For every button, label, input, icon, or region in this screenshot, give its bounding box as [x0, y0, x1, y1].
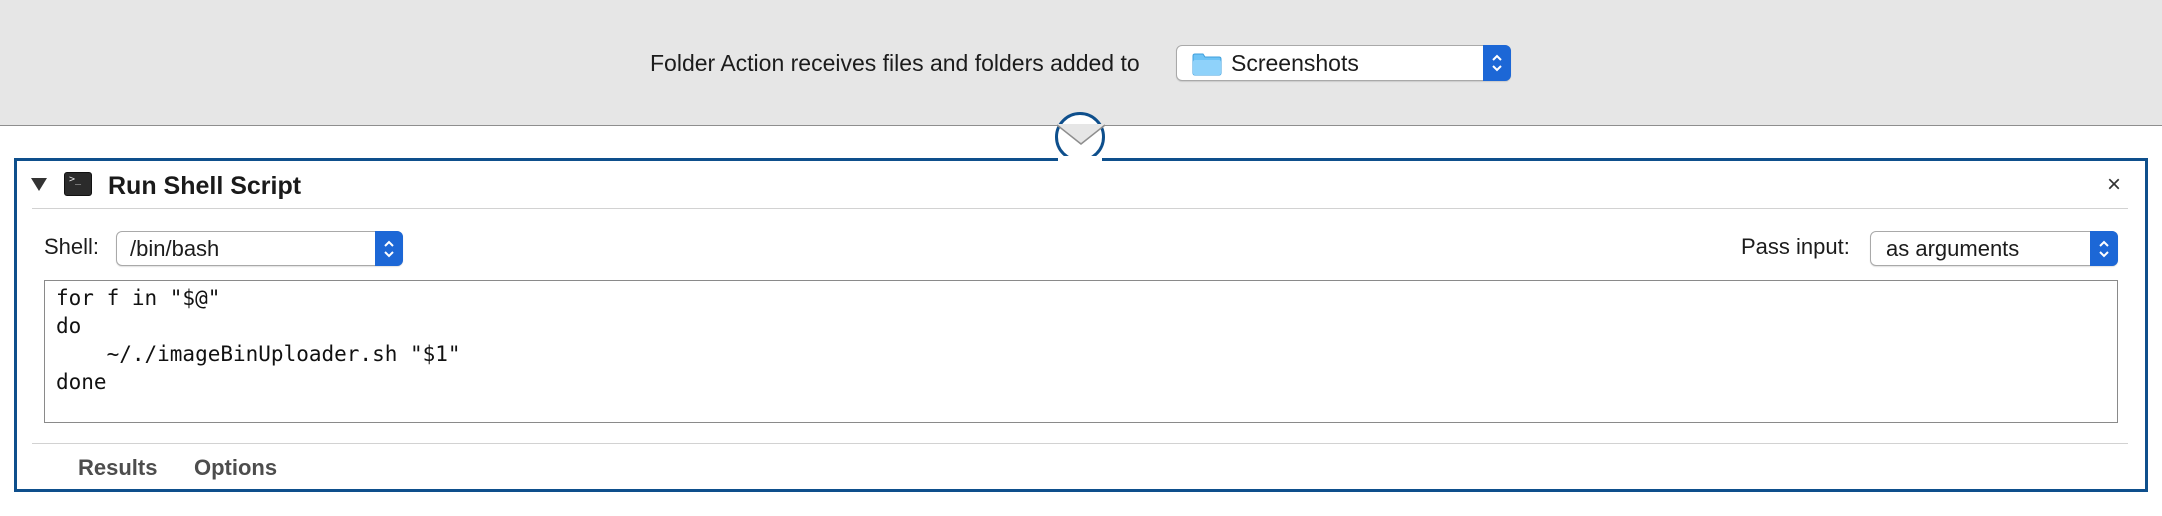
script-line: for f in "$@"	[56, 286, 221, 310]
disclosure-triangle-down-icon[interactable]	[30, 176, 48, 196]
receives-label: Folder Action receives files and folders…	[650, 50, 1140, 76]
script-line: done	[56, 370, 107, 394]
divider	[32, 208, 2128, 209]
folder-popup[interactable]: Screenshots	[1176, 45, 1511, 81]
tab-options[interactable]: Options	[194, 453, 277, 483]
divider	[32, 443, 2128, 444]
chevron-up-down-icon	[1483, 45, 1511, 81]
folder-icon	[1192, 52, 1222, 81]
pass-input-popup-value: as arguments	[1886, 235, 2020, 261]
chevron-up-down-icon	[2090, 231, 2118, 266]
tab-results[interactable]: Results	[78, 453, 157, 483]
shell-popup-value: /bin/bash	[130, 235, 220, 261]
shell-label: Shell:	[44, 234, 100, 259]
terminal-icon: >_	[64, 172, 92, 196]
shell-popup[interactable]: /bin/bash	[116, 231, 403, 266]
script-line: ~/./imageBinUploader.sh "$1"	[56, 342, 461, 366]
workflow-header: Folder Action receives files and folders…	[0, 0, 2162, 126]
folder-popup-value: Screenshots	[1231, 49, 1359, 76]
action-title: Run Shell Script	[108, 172, 302, 200]
connector-arrow-outline	[1057, 124, 1105, 145]
pass-input-popup[interactable]: as arguments	[1870, 231, 2118, 266]
close-icon[interactable]: ×	[2107, 170, 2121, 200]
pass-input-label: Pass input:	[1741, 234, 1850, 259]
notch-cover	[1058, 156, 1102, 164]
script-editor[interactable]: for f in "$@" do ~/./imageBinUploader.sh…	[44, 280, 2118, 423]
script-line: do	[56, 314, 82, 338]
chevron-up-down-icon	[375, 231, 403, 266]
